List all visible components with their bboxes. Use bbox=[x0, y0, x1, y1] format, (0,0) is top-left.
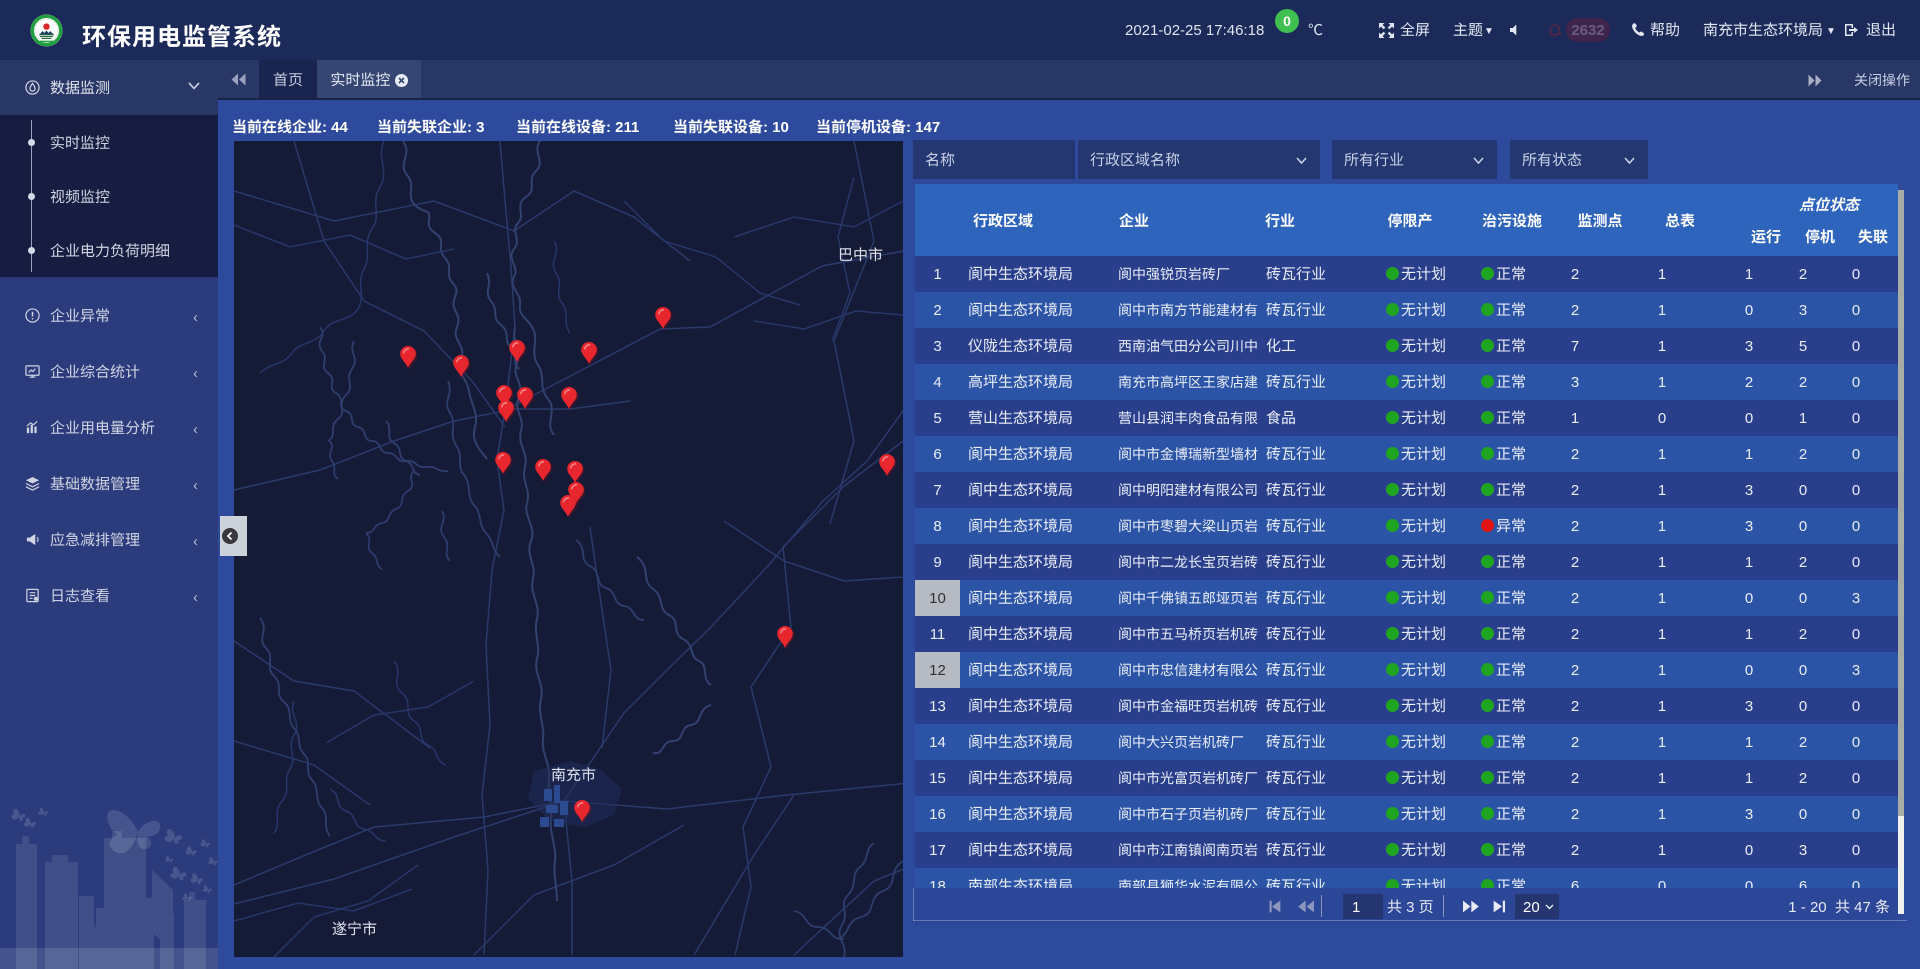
svg-text:南充市: 南充市 bbox=[551, 764, 596, 785]
svg-text:巴中市: 巴中市 bbox=[838, 244, 883, 265]
svg-text:遂宁市: 遂宁市 bbox=[332, 918, 377, 939]
